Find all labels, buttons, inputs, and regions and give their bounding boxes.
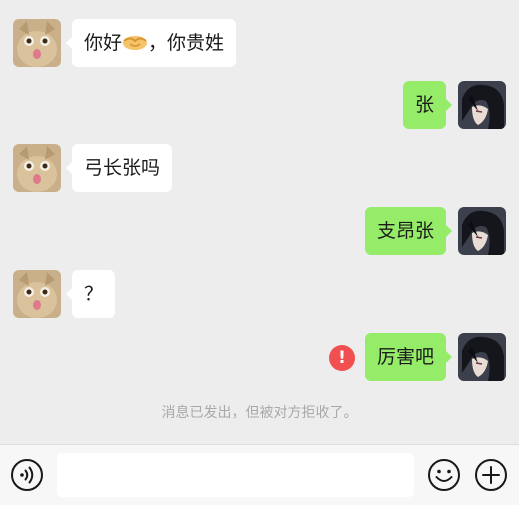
avatar-anime[interactable] [458,207,506,255]
message-bubble-sent[interactable]: 厉害吧 [364,333,453,381]
message-text: 张 [414,94,434,116]
avatar-cat[interactable] [13,144,61,192]
voice-icon[interactable] [10,458,44,492]
message-text: 弓长张吗 [84,157,161,179]
avatar-cat[interactable] [13,270,61,318]
message-bubble-received[interactable]: 弓长张吗 [65,144,173,192]
message-input[interactable] [57,453,414,497]
avatar-cat[interactable] [13,19,61,67]
message-row: ？ [0,270,519,320]
message-row: 支昂张 [0,207,519,257]
plus-icon[interactable] [474,458,508,492]
message-text: 厉害吧 [376,346,434,368]
message-text: ？ [84,283,104,305]
message-bubble-received[interactable]: 你好 ，你贵姓 [65,19,237,67]
message-row: ! 厉害吧 [0,333,519,383]
error-exclamation-icon[interactable]: ! [329,345,355,371]
message-text: 你好 [84,32,123,54]
message-row: 你好 ，你贵姓 [0,19,519,69]
avatar-anime[interactable] [458,333,506,381]
handshake-emoji-icon [122,22,148,50]
message-bubble-received[interactable]: ？ [65,270,116,318]
message-row: 弓长张吗 [0,144,519,194]
chat-message-list: 你好 ，你贵姓 张 弓长张吗 支昂张 ？ ! 厉害吧 消息已发出，但被对方拒收了… [0,0,519,444]
message-bubble-sent[interactable]: 支昂张 [364,207,453,255]
message-text: ，你贵姓 [148,32,225,54]
input-bar [0,444,519,505]
message-text: 支昂张 [376,220,434,242]
message-bubble-sent[interactable]: 张 [402,81,453,129]
emoji-face-icon[interactable] [427,458,461,492]
avatar-anime[interactable] [458,81,506,129]
message-row: 张 [0,81,519,131]
system-notice: 消息已发出，但被对方拒收了。 [161,405,358,421]
